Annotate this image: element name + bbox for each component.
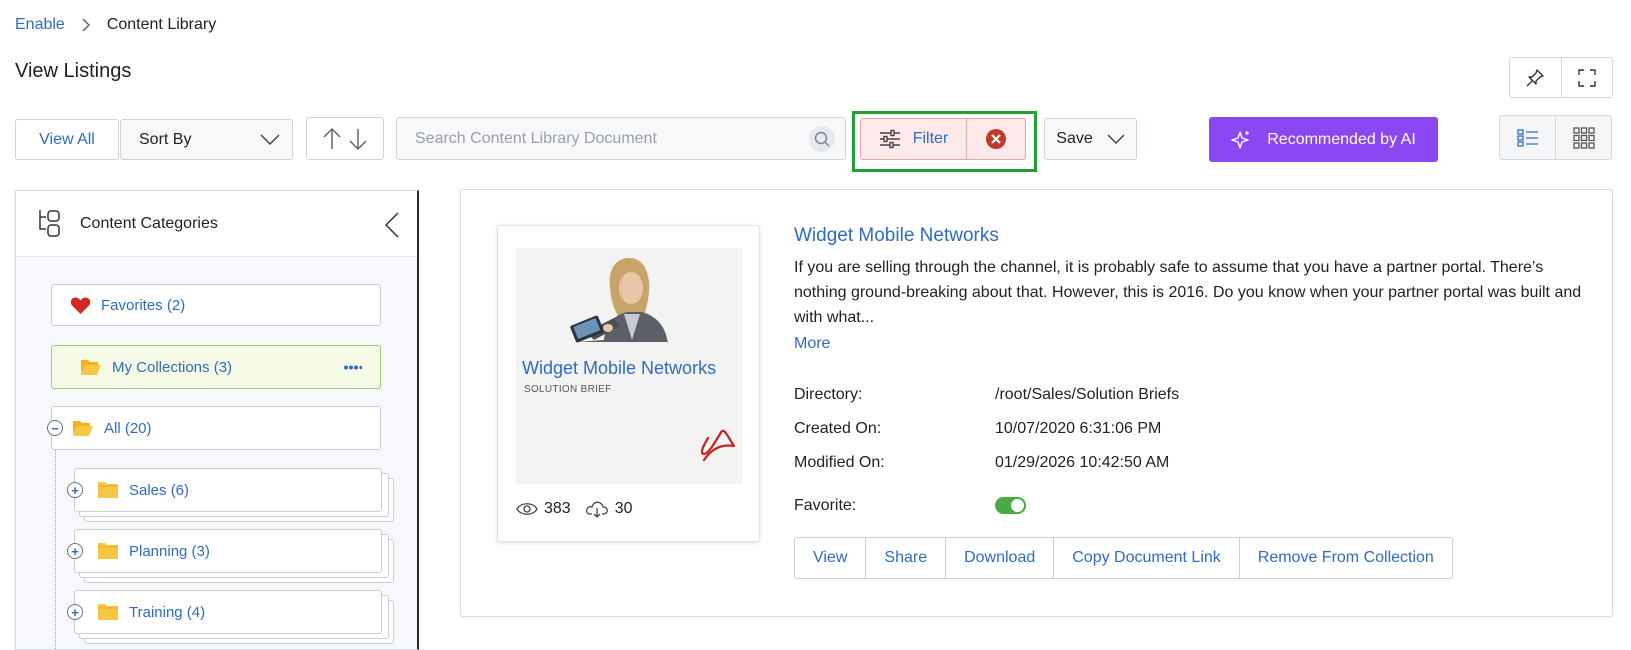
- fullscreen-button[interactable]: [1560, 58, 1613, 97]
- document-title-link[interactable]: Widget Mobile Networks: [794, 225, 999, 247]
- directory-value: /root/Sales/Solution Briefs: [995, 386, 1180, 403]
- breadcrumb-enable-link[interactable]: Enable: [15, 16, 65, 34]
- search-input[interactable]: Search Content Library Document: [396, 117, 846, 160]
- ai-button-label: Recommended by AI: [1267, 130, 1416, 148]
- page-title: View Listings: [15, 60, 132, 82]
- open-folder-icon: [81, 360, 101, 375]
- sidebar-title: Content Categories: [80, 214, 218, 232]
- created-value: 10/07/2020 6:31:06 PM: [995, 420, 1162, 437]
- save-label: Save: [1056, 130, 1093, 147]
- sort-by-select[interactable]: Sort By: [120, 119, 293, 160]
- search-icon: [814, 131, 830, 146]
- copy-document-link-button[interactable]: Copy Document Link: [1053, 538, 1239, 578]
- cloud-download-icon: [585, 501, 608, 518]
- category-tree-icon: [39, 209, 60, 237]
- save-dropdown[interactable]: Save: [1044, 118, 1137, 160]
- expand-planning-toggle[interactable]: +: [67, 543, 83, 559]
- view-all-button[interactable]: View All: [15, 119, 119, 160]
- folder-icon: [98, 604, 118, 620]
- collapse-all-toggle[interactable]: −: [47, 420, 63, 436]
- all-categories-label: All (20): [104, 419, 152, 437]
- views-count: 383: [544, 500, 571, 517]
- open-folder-icon: [73, 421, 93, 436]
- heart-icon: [70, 297, 91, 314]
- sort-by-label: Sort By: [139, 130, 192, 148]
- favorite-toggle[interactable]: [995, 497, 1026, 514]
- eye-icon: [516, 503, 538, 515]
- folder-label-sales: Sales (6): [129, 481, 190, 499]
- my-collections-label: My Collections (3): [112, 358, 233, 376]
- content-categories-panel: Content Categories Favorites (2) My Coll…: [15, 190, 419, 650]
- favorites-label: Favorites (2): [101, 296, 186, 314]
- header-icon-group: [1509, 57, 1613, 98]
- collapse-panel-icon[interactable]: [385, 212, 399, 238]
- share-button[interactable]: Share: [865, 538, 945, 578]
- grid-view-icon: [1572, 126, 1595, 149]
- breadcrumb-current: Content Library: [106, 16, 217, 33]
- all-categories-item[interactable]: All (20): [51, 406, 381, 450]
- sidebar-header: Content Categories: [16, 191, 417, 257]
- pin-button[interactable]: [1510, 58, 1561, 97]
- grid-view-button[interactable]: [1555, 116, 1611, 159]
- tree-connector: [55, 427, 56, 649]
- layout-toggle-group: [1499, 115, 1612, 160]
- favorites-item[interactable]: Favorites (2): [51, 284, 381, 326]
- filter-label: Filter: [912, 130, 949, 147]
- downloads-count: 30: [614, 500, 633, 517]
- folder-label-training: Training (4): [129, 603, 206, 621]
- fullscreen-icon: [1578, 68, 1596, 87]
- pin-icon: [1526, 68, 1544, 86]
- my-collections-item[interactable]: My Collections (3): [51, 345, 381, 389]
- sort-direction-button[interactable]: [306, 117, 384, 160]
- chevron-right-icon: [82, 18, 90, 32]
- folder-item-sales[interactable]: Sales (6): [74, 468, 382, 512]
- recommended-by-ai-button[interactable]: Recommended by AI: [1209, 117, 1438, 162]
- sidebar-body: Favorites (2) My Collections (3) All (20…: [16, 257, 417, 649]
- document-actions: View Share Download Copy Document Link R…: [794, 537, 1453, 579]
- directory-label: Directory:: [794, 386, 863, 403]
- created-label: Created On:: [794, 420, 882, 437]
- list-view-button[interactable]: [1500, 116, 1555, 159]
- folder-icon: [98, 543, 118, 559]
- list-view-icon: [1516, 128, 1538, 147]
- search-button[interactable]: [809, 125, 835, 152]
- document-description: If you are selling through the channel, …: [794, 259, 1582, 326]
- filter-button[interactable]: Filter: [860, 118, 967, 160]
- chevron-down-icon: [1107, 133, 1125, 144]
- more-link[interactable]: More: [794, 335, 830, 353]
- remove-from-collection-button[interactable]: Remove From Collection: [1238, 538, 1452, 578]
- expand-training-toggle[interactable]: +: [67, 604, 83, 620]
- thumbnail-title: Widget Mobile Networks: [522, 358, 717, 378]
- document-stats: 383 30: [516, 500, 633, 518]
- arrow-down-icon: [349, 128, 367, 150]
- sliders-icon: [879, 129, 900, 149]
- more-options-icon[interactable]: [344, 365, 362, 370]
- close-circle-icon: [986, 129, 1006, 149]
- breadcrumb: Enable Content Library: [15, 16, 216, 34]
- search-placeholder: Search Content Library Document: [415, 129, 657, 147]
- modified-label: Modified On:: [794, 454, 885, 471]
- favorite-label: Favorite:: [794, 497, 857, 514]
- clear-filter-button[interactable]: [966, 118, 1026, 160]
- folder-item-training[interactable]: Training (4): [74, 590, 382, 634]
- expand-sales-toggle[interactable]: +: [67, 482, 83, 498]
- folder-icon: [98, 482, 118, 498]
- sparkle-icon: [1231, 130, 1250, 149]
- thumbnail-subtitle: SOLUTION BRIEF: [524, 384, 612, 395]
- view-button[interactable]: View: [795, 538, 865, 578]
- arrow-up-icon: [323, 127, 341, 149]
- folder-label-planning: Planning (3): [129, 542, 210, 560]
- folder-item-planning[interactable]: Planning (3): [74, 529, 382, 573]
- chevron-down-icon: [260, 133, 280, 145]
- download-button[interactable]: Download: [945, 538, 1053, 578]
- modified-value: 01/29/2026 10:42:50 AM: [995, 454, 1170, 471]
